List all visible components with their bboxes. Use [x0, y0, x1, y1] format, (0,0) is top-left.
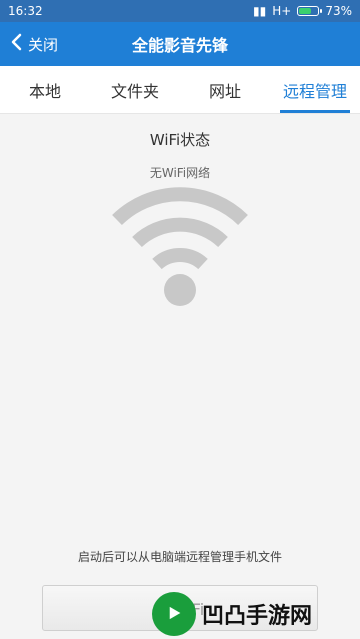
watermark: ⯈ 凹凸手游网 [152, 592, 352, 636]
wifi-status-title: WiFi状态 [149, 131, 211, 149]
wifi-state-text: 无WiFi网络 [149, 166, 211, 180]
app-header: 关闭 全能影音先锋 [0, 22, 360, 66]
network-type: H+ [272, 4, 292, 18]
watermark-text: 凹凸手游网 [202, 604, 313, 629]
tab-remote-management[interactable]: 远程管理 [270, 66, 360, 113]
back-button[interactable]: 关闭 [10, 22, 58, 66]
wifi-icon [105, 186, 255, 312]
tab-local[interactable]: 本地 [0, 66, 90, 113]
tab-url[interactable]: 网址 [180, 66, 270, 113]
signal-icon: ▮▮ [253, 4, 267, 18]
status-bar: 16:32 ▮▮ H+ 73% [0, 0, 360, 22]
watermark-logo-icon: ⯈ [152, 592, 196, 636]
tab-folder[interactable]: 文件夹 [90, 66, 180, 113]
battery-percent: 73% [325, 4, 352, 18]
battery-icon [297, 6, 323, 16]
tab-bar: 本地 文件夹 网址 远程管理 [0, 66, 360, 114]
remote-hint-text: 启动后可以从电脑端远程管理手机文件 [77, 550, 282, 564]
status-time: 16:32 [8, 4, 43, 18]
chevron-left-icon [10, 33, 24, 55]
status-icons: ▮▮ H+ 73% [253, 4, 352, 18]
back-label: 关闭 [28, 35, 59, 54]
